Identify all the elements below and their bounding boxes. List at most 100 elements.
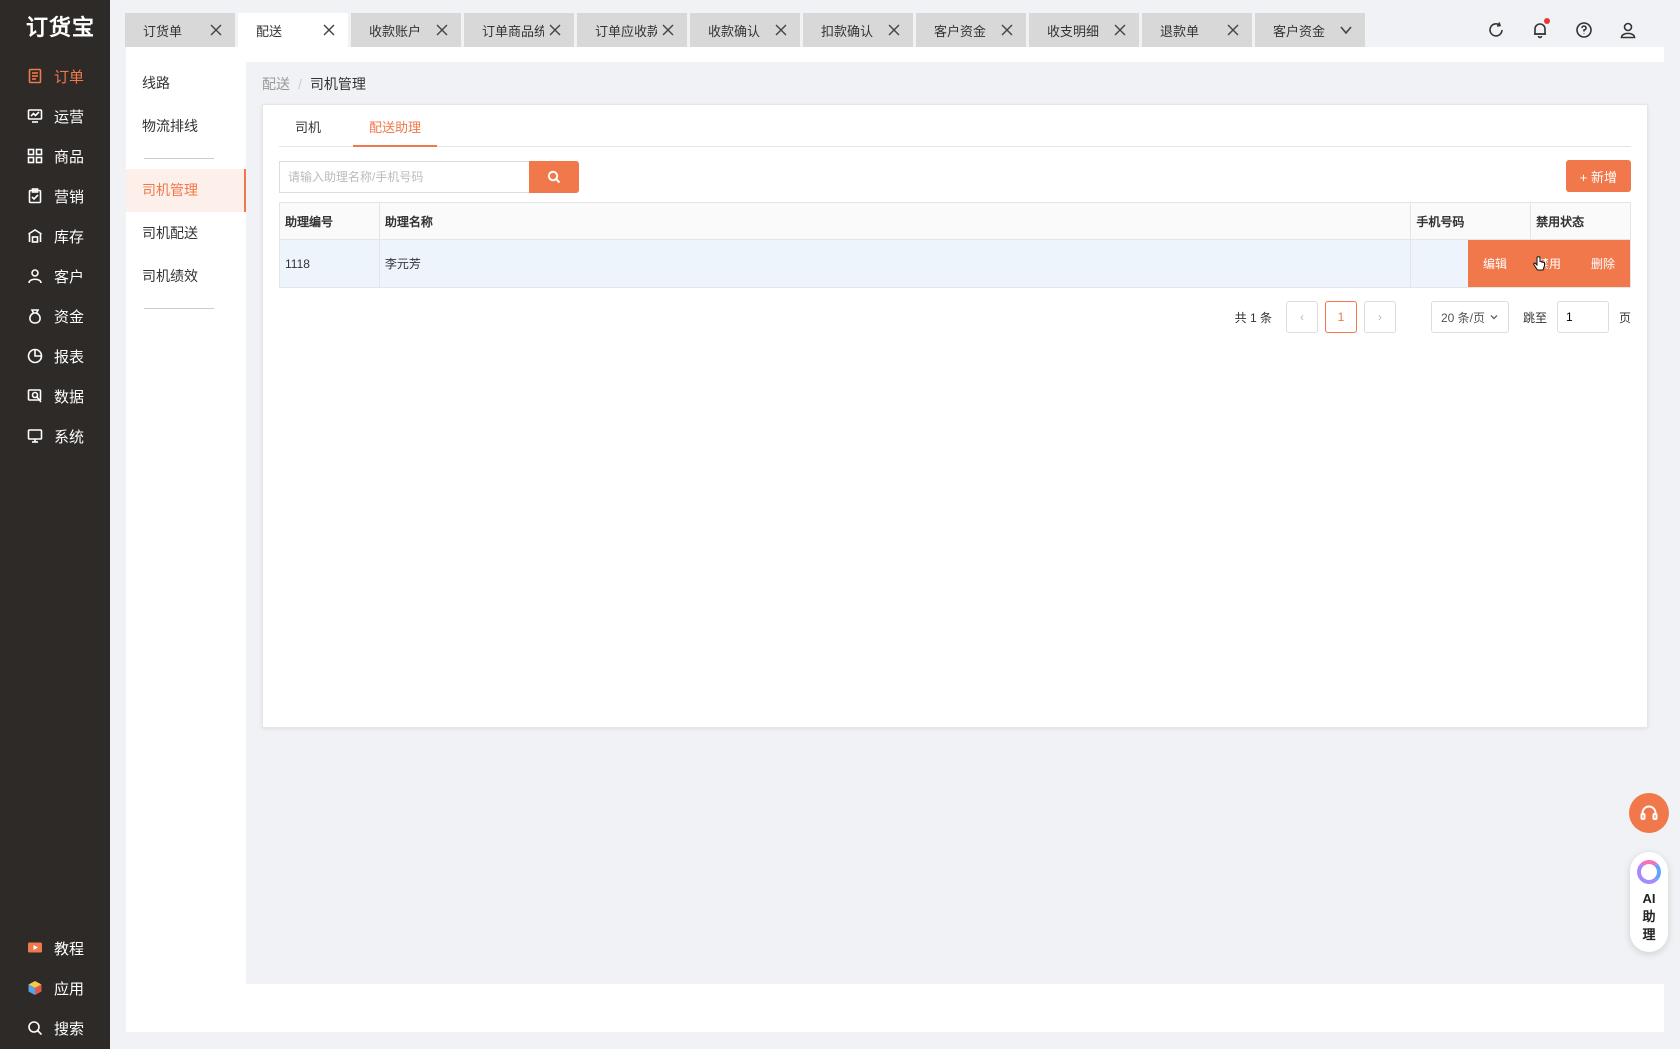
ai-logo-icon bbox=[1637, 860, 1661, 884]
page-number-button[interactable]: 1 bbox=[1324, 301, 1357, 333]
breadcrumb-current: 司机管理 bbox=[309, 76, 366, 92]
search-input[interactable] bbox=[280, 162, 529, 192]
add-button[interactable]: + 新增 bbox=[1565, 160, 1631, 192]
edit-button[interactable]: 编辑 bbox=[1483, 255, 1507, 272]
nav-item-label: 订单 bbox=[54, 68, 85, 86]
chevron-down-icon[interactable] bbox=[1339, 23, 1353, 37]
nav-item-system[interactable]: 系统 bbox=[0, 416, 110, 456]
main-sidebar: 订货宝 订单 运营 商品 营销 库存 客户 资金 报表 数据 系统 教程 应用 … bbox=[0, 0, 110, 1049]
nav-item-label: 客户 bbox=[54, 268, 85, 286]
subnav-divider bbox=[144, 158, 214, 159]
marketing-icon bbox=[26, 187, 44, 205]
nav-item-label: 搜索 bbox=[54, 1020, 85, 1038]
close-icon[interactable] bbox=[1000, 23, 1014, 37]
delete-button[interactable]: 删除 bbox=[1591, 255, 1615, 272]
help-icon[interactable] bbox=[1562, 15, 1606, 45]
row-actions: 编辑 禁用 删除 bbox=[1468, 240, 1630, 287]
nav-item-data[interactable]: 数据 bbox=[0, 376, 110, 416]
tab-refund[interactable]: 退款单 bbox=[1142, 13, 1252, 47]
nav-item-warehouse[interactable]: 库存 bbox=[0, 216, 110, 256]
headset-icon bbox=[1640, 805, 1658, 820]
nav-item-order[interactable]: 订单 bbox=[0, 56, 110, 96]
chevron-down-icon bbox=[1490, 315, 1498, 320]
column-header-id: 助理编号 bbox=[280, 203, 380, 239]
jump-page-input[interactable] bbox=[1556, 301, 1609, 333]
nav-item-label: 资金 bbox=[54, 308, 85, 326]
ai-assistant-label: AI助理 bbox=[1642, 891, 1656, 942]
inner-tabs: 司机 配送助理 bbox=[279, 117, 1631, 147]
ai-assistant-button[interactable]: AI助理 bbox=[1630, 852, 1668, 952]
close-icon[interactable] bbox=[661, 23, 675, 37]
tab-income-expense[interactable]: 收支明细 bbox=[1029, 13, 1139, 47]
nav-item-label: 库存 bbox=[54, 228, 85, 246]
tab-order[interactable]: 订货单 bbox=[125, 13, 235, 47]
nav-item-marketing[interactable]: 营销 bbox=[0, 176, 110, 216]
sub-sidebar: 线路 物流排线 司机管理 司机配送 司机绩效 bbox=[126, 62, 246, 984]
app-logo[interactable]: 订货宝 bbox=[26, 10, 95, 42]
close-icon[interactable] bbox=[887, 23, 901, 37]
breadcrumb-parent[interactable]: 配送 bbox=[262, 76, 290, 92]
jump-label: 跳至 bbox=[1522, 310, 1547, 325]
nav-item-operation[interactable]: 运营 bbox=[0, 96, 110, 136]
customer-icon bbox=[26, 267, 44, 285]
column-header-phone: 手机号码 bbox=[1411, 203, 1532, 239]
nav-item-apps[interactable]: 应用 bbox=[0, 968, 110, 1008]
refresh-icon[interactable] bbox=[1474, 15, 1518, 45]
assistant-table: 助理编号 助理名称 手机号码 禁用状态 1118 李元芳 编辑 禁用 删除 bbox=[279, 202, 1631, 288]
nav-item-report[interactable]: 报表 bbox=[0, 336, 110, 376]
tab-driver[interactable]: 司机 bbox=[279, 117, 337, 147]
user-icon[interactable] bbox=[1606, 15, 1650, 45]
subnav-item-driver-management[interactable]: 司机管理 bbox=[126, 169, 246, 212]
pagination: 共 1 条 ‹ 1 › 20 条/页 跳至 页 bbox=[1235, 301, 1631, 333]
close-icon[interactable] bbox=[774, 23, 788, 37]
close-icon[interactable] bbox=[435, 23, 449, 37]
subnav-item-driver-delivery[interactable]: 司机配送 bbox=[126, 212, 246, 255]
subnav-item-logistics-routing[interactable]: 物流排线 bbox=[126, 105, 246, 148]
table-row[interactable]: 1118 李元芳 编辑 禁用 删除 bbox=[280, 240, 1630, 287]
nav-item-customer[interactable]: 客户 bbox=[0, 256, 110, 296]
tab-delivery[interactable]: 配送 bbox=[238, 13, 348, 47]
assistant-panel: 司机 配送助理 + 新增 助理编号 助理名称 手机号码 禁用状态 1118 李元… bbox=[262, 104, 1648, 728]
next-page-button[interactable]: › bbox=[1363, 301, 1396, 333]
tab-deduction-confirm[interactable]: 扣款确认 bbox=[803, 13, 913, 47]
tab-delivery-assistant[interactable]: 配送助理 bbox=[353, 117, 438, 147]
data-icon bbox=[26, 387, 44, 405]
tab-receipt-confirm[interactable]: 收款确认 bbox=[690, 13, 800, 47]
nav-item-label: 运营 bbox=[54, 108, 85, 126]
prev-page-button[interactable]: ‹ bbox=[1285, 301, 1318, 333]
close-icon[interactable] bbox=[322, 23, 336, 37]
cube-icon bbox=[26, 979, 44, 997]
customer-support-button[interactable] bbox=[1629, 793, 1669, 833]
nav-item-search[interactable]: 搜索 bbox=[0, 1008, 110, 1048]
close-icon[interactable] bbox=[1226, 23, 1240, 37]
tab-customer-funds[interactable]: 客户资金 bbox=[916, 13, 1026, 47]
sidebar-bottom: 教程 应用 搜索 bbox=[0, 928, 110, 1048]
chevron-right-icon: › bbox=[1377, 310, 1382, 324]
nav-item-label: 商品 bbox=[54, 148, 85, 166]
tab-order-goods-stats[interactable]: 订单商品统计 bbox=[464, 13, 574, 47]
search-button[interactable] bbox=[529, 161, 579, 193]
tab-receipt-account[interactable]: 收款账户 bbox=[351, 13, 461, 47]
nav-item-label: 报表 bbox=[54, 348, 85, 366]
header-actions bbox=[1474, 15, 1650, 45]
nav-item-money[interactable]: 资金 bbox=[0, 296, 110, 336]
goods-icon bbox=[26, 147, 44, 165]
nav-item-tutorial[interactable]: 教程 bbox=[0, 928, 110, 968]
tab-customer-funds-2[interactable]: 客户资金 bbox=[1255, 13, 1365, 47]
page-size-select[interactable]: 20 条/页 bbox=[1430, 301, 1509, 333]
nav-item-label: 营销 bbox=[54, 188, 85, 206]
close-icon[interactable] bbox=[1113, 23, 1127, 37]
notification-dot bbox=[1544, 18, 1550, 24]
close-icon[interactable] bbox=[548, 23, 562, 37]
close-icon[interactable] bbox=[209, 23, 223, 37]
money-bag-icon bbox=[26, 307, 44, 325]
tab-order-receivable[interactable]: 订单应收款 bbox=[577, 13, 687, 47]
subnav-item-route[interactable]: 线路 bbox=[126, 62, 246, 105]
nav-item-goods[interactable]: 商品 bbox=[0, 136, 110, 176]
video-icon bbox=[26, 939, 44, 957]
pie-chart-icon bbox=[26, 347, 44, 365]
column-header-status: 禁用状态 bbox=[1536, 214, 1585, 229]
nav-item-label: 数据 bbox=[54, 388, 85, 406]
subnav-item-driver-performance[interactable]: 司机绩效 bbox=[126, 255, 246, 298]
bell-icon[interactable] bbox=[1518, 15, 1562, 45]
